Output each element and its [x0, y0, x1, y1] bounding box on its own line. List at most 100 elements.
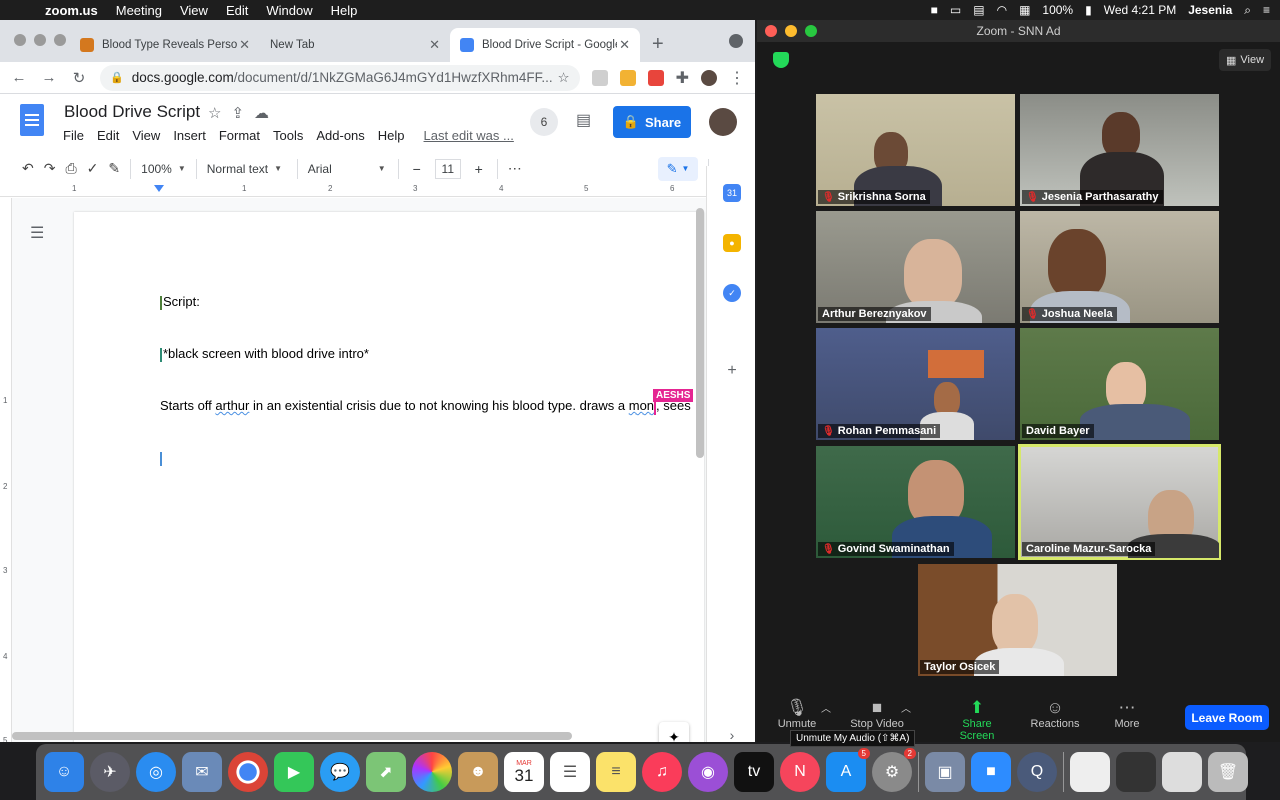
mail-eagle-icon[interactable]: ✉ [182, 752, 222, 792]
horizontal-scrollbar[interactable] [12, 732, 572, 740]
trash-icon[interactable]: 🗑 [1208, 752, 1248, 792]
menu-window[interactable]: Window [257, 3, 321, 18]
photos-icon[interactable] [412, 752, 452, 792]
apple-tv-icon[interactable]: tv [734, 752, 774, 792]
battery-icon[interactable]: ▮ [1085, 3, 1092, 17]
folder-thumbnail-icon[interactable] [1162, 752, 1202, 792]
forward-icon[interactable]: → [40, 69, 58, 86]
menu-insert[interactable]: Insert [173, 128, 206, 143]
news-icon[interactable]: N [780, 752, 820, 792]
participant-tile[interactable]: 🎙 Joshua Neela [1020, 211, 1219, 323]
show-side-panel-icon[interactable]: › [723, 726, 741, 744]
participant-tile[interactable]: 🎙 Govind Swaminathan [816, 446, 1015, 558]
get-addons-icon[interactable]: + [723, 362, 741, 380]
messages-icon[interactable]: 💬 [320, 752, 360, 792]
tp-extension-icon[interactable] [647, 69, 664, 86]
facetime-icon[interactable]: ▶ [274, 752, 314, 792]
clock[interactable]: Wed 4:21 PM [1104, 3, 1176, 17]
paragraph-script-heading[interactable]: Script: [160, 294, 200, 310]
encryption-shield-icon[interactable] [773, 52, 789, 68]
vertical-scrollbar[interactable] [696, 208, 704, 458]
misspelled-word[interactable]: arthur [215, 398, 249, 413]
flag-icon[interactable]: ▦ [1019, 3, 1030, 17]
menu-file[interactable]: File [63, 128, 84, 143]
menu-view[interactable]: View [171, 3, 217, 18]
back-icon[interactable]: ← [10, 69, 28, 86]
maps-icon[interactable]: ⬈ [366, 752, 406, 792]
menu-view[interactable]: View [132, 128, 160, 143]
new-tab-icon[interactable]: + [652, 33, 664, 56]
font-select[interactable]: Arial ▼ [308, 162, 388, 176]
comment-history-icon[interactable]: ▤ [576, 110, 591, 130]
close-window-icon[interactable] [14, 34, 26, 46]
viewer-count-badge[interactable]: 6 [530, 108, 558, 136]
puzzle-extensions-icon[interactable]: ✚ [676, 68, 689, 88]
indent-marker-icon[interactable] [154, 185, 164, 192]
close-tab-icon[interactable]: ✕ [429, 37, 440, 53]
menu-addons[interactable]: Add-ons [316, 128, 364, 143]
editing-mode-button[interactable]: ✎ ▼ [658, 156, 698, 181]
thumb-extension-icon[interactable] [619, 69, 636, 86]
finder-icon[interactable]: ☺ [44, 752, 84, 792]
cloud-saved-icon[interactable]: ☁ [254, 104, 269, 122]
style-select[interactable]: Normal text ▼ [207, 162, 287, 176]
tasks-icon[interactable]: ✓ [723, 284, 741, 302]
control-center-icon[interactable]: ≡ [1263, 3, 1270, 17]
more-options-icon[interactable]: ⋯ [508, 160, 522, 177]
keep-icon[interactable]: ● [723, 234, 741, 252]
increase-font-size-icon[interactable]: + [471, 161, 487, 177]
document-thumbnail-icon[interactable] [1070, 752, 1110, 792]
font-size-input[interactable]: 11 [434, 158, 461, 179]
display-icon[interactable]: ▭ [950, 3, 961, 17]
notes-icon[interactable]: ≡ [596, 752, 636, 792]
safari-icon[interactable]: ◎ [136, 752, 176, 792]
system-preferences-icon[interactable]: ⚙ 2 [872, 748, 916, 792]
battery-label[interactable]: 100% [1042, 3, 1073, 17]
spellcheck-icon[interactable]: ✓ [87, 160, 99, 177]
airplay-icon[interactable]: ▤ [973, 3, 984, 17]
chrome-icon[interactable] [228, 752, 268, 792]
zoom-status-icon[interactable]: ■ [931, 3, 938, 17]
star-icon[interactable]: ☆ [208, 104, 221, 122]
paragraph-intro[interactable]: *black screen with blood drive intro* [160, 346, 369, 362]
app-store-icon[interactable]: A5 [826, 748, 870, 792]
view-button[interactable]: ▦ View [1219, 49, 1271, 71]
participant-tile[interactable]: Arthur Bereznyakov [816, 211, 1015, 323]
redo-icon[interactable]: ↷ [44, 160, 56, 177]
decrease-font-size-icon[interactable]: − [409, 161, 425, 177]
quicktime-icon[interactable]: Q [1017, 752, 1057, 792]
share-button[interactable]: 🔒 Share [613, 106, 691, 138]
reactions-button[interactable]: ☺ Reactions [1023, 698, 1087, 730]
music-icon[interactable]: ♫ [642, 752, 682, 792]
window-thumbnail-icon[interactable] [1116, 752, 1156, 792]
url-bar[interactable]: 🔒 docs.google.com /document/d/1NkZGMaG6J… [100, 64, 580, 91]
minimize-window-icon[interactable] [34, 34, 46, 46]
reload-icon[interactable]: ↻ [70, 69, 88, 87]
zoom-select[interactable]: 100% ▼ [141, 162, 186, 176]
tab-search-icon[interactable] [729, 34, 743, 48]
participant-tile[interactable]: Taylor Osicek [918, 564, 1117, 676]
bookmark-star-icon[interactable]: ☆ [557, 70, 569, 86]
podcasts-icon[interactable]: ◉ [688, 752, 728, 792]
close-tab-icon[interactable]: ✕ [619, 37, 630, 53]
reminders-icon[interactable]: ☰ [550, 752, 590, 792]
chrome-menu-icon[interactable]: ⋮ [729, 68, 745, 88]
document-outline-icon[interactable]: ☰ [30, 223, 44, 243]
zoom-window-icon[interactable] [805, 25, 817, 37]
document-page[interactable]: Script: *black screen with blood drive i… [74, 212, 704, 742]
share-screen-button[interactable]: ⬆ Share Screen [945, 698, 1009, 742]
tab-blood-type[interactable]: Blood Type Reveals Person ✕ [70, 28, 260, 62]
account-avatar[interactable] [709, 108, 737, 136]
profile-avatar[interactable] [701, 69, 717, 86]
zoom-app-icon[interactable]: ■ [971, 752, 1011, 792]
menu-help[interactable]: Help [378, 128, 405, 143]
leave-room-button[interactable]: Leave Room [1185, 705, 1269, 730]
participant-tile-active-speaker[interactable]: Caroline Mazur-Sarocka [1018, 444, 1221, 560]
print-icon[interactable]: ⎙ [65, 160, 76, 177]
calendar-icon[interactable]: 31 [723, 184, 741, 202]
close-window-icon[interactable] [765, 25, 777, 37]
minimize-window-icon[interactable] [785, 25, 797, 37]
video-options-chevron-icon[interactable]: ︿ [901, 700, 911, 715]
document-title[interactable]: Blood Drive Script [64, 102, 200, 122]
participant-tile[interactable]: 🎙 Srikrishna Sorna [816, 94, 1015, 206]
